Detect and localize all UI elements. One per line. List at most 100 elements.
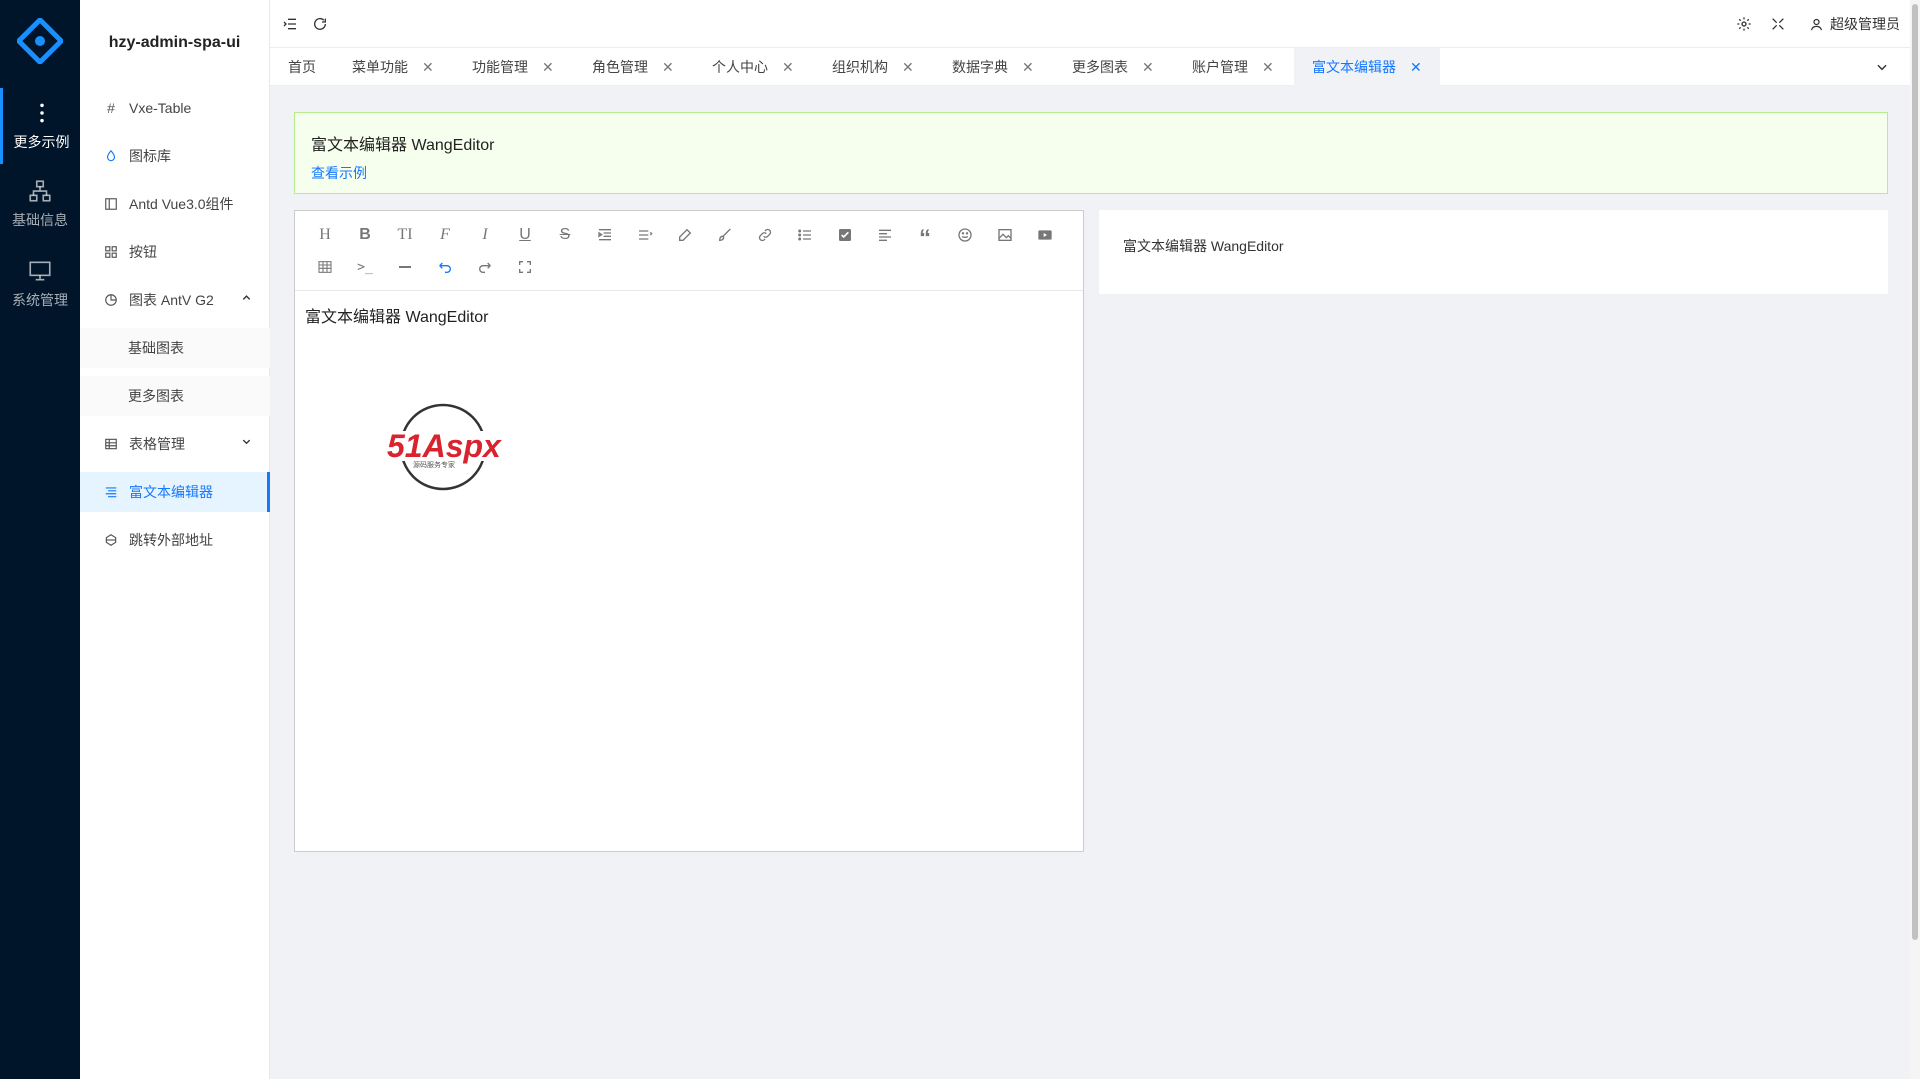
quote-button[interactable]: “: [905, 219, 945, 251]
tab-more-charts[interactable]: 更多图表 ✕: [1072, 48, 1154, 86]
sidebar-item-label: 按钮: [129, 244, 157, 260]
code-button[interactable]: >_: [345, 251, 385, 283]
image-icon: [998, 229, 1012, 241]
sidebar: hzy-admin-spa-ui # Vxe-Table 图标库 Antd Vu…: [80, 0, 270, 1079]
underline-button[interactable]: U: [505, 219, 545, 251]
alert-title: 富文本编辑器 WangEditor: [311, 137, 495, 154]
scrollbar-thumb[interactable]: [1912, 4, 1918, 940]
table-button[interactable]: [305, 251, 345, 283]
tab-organization[interactable]: 组织机构 ✕: [832, 48, 914, 86]
sidebar-item-rich-text-editor[interactable]: 富文本编辑器: [80, 472, 270, 512]
sidebar-item-label: 基础图表: [128, 340, 184, 356]
video-button[interactable]: [1025, 219, 1065, 251]
list-icon: [798, 229, 811, 241]
sidebar-item-vxe-table[interactable]: # Vxe-Table: [80, 88, 270, 128]
justify-button[interactable]: [865, 219, 905, 251]
redo-button[interactable]: [465, 251, 505, 283]
sidebar-item-external-link[interactable]: 跳转外部地址: [80, 520, 270, 560]
close-icon[interactable]: ✕: [422, 59, 434, 76]
close-icon[interactable]: ✕: [542, 59, 554, 76]
table-icon: [318, 261, 332, 273]
close-icon[interactable]: ✕: [1022, 59, 1034, 76]
settings-button[interactable]: [1732, 12, 1756, 36]
tab-function-management[interactable]: 功能管理 ✕: [472, 48, 554, 86]
tab-role-management[interactable]: 角色管理 ✕: [592, 48, 674, 86]
close-icon[interactable]: ✕: [782, 59, 794, 76]
gear-icon: [1737, 17, 1751, 31]
quote-icon: “: [919, 225, 931, 252]
tabs-dropdown-button[interactable]: [1870, 55, 1894, 79]
grid-icon: [103, 244, 119, 260]
editor-content-area[interactable]: 富文本编辑器 WangEditor: [295, 291, 1083, 339]
tab-label: 功能管理: [472, 59, 528, 75]
close-icon[interactable]: ✕: [902, 59, 914, 76]
tab-rich-text-editor[interactable]: 富文本编辑器 ✕: [1294, 48, 1440, 86]
rich-text-editor: H B TI F I U S “ >_ 富文本编辑器 WangEditor 51…: [294, 210, 1084, 852]
font-family-button[interactable]: F: [425, 219, 465, 251]
indent-icon: [598, 229, 611, 241]
rail-item-label: 更多示例: [13, 134, 70, 150]
sidebar-item-icons[interactable]: 图标库: [80, 136, 270, 176]
close-icon[interactable]: ✕: [1262, 59, 1274, 76]
strikethrough-button[interactable]: S: [545, 219, 585, 251]
bold-button[interactable]: B: [345, 219, 385, 251]
info-alert: 富文本编辑器 WangEditor 查看示例: [294, 112, 1888, 194]
list-button[interactable]: [785, 219, 825, 251]
refresh-button[interactable]: [308, 12, 332, 36]
sidebar-item-antd[interactable]: Antd Vue3.0组件: [80, 184, 270, 224]
split-line-button[interactable]: [385, 251, 425, 283]
tab-personal-center[interactable]: 个人中心 ✕: [712, 48, 794, 86]
app-logo[interactable]: [15, 16, 65, 66]
tab-label: 个人中心: [712, 59, 768, 75]
close-icon[interactable]: ✕: [1142, 59, 1154, 76]
tab-label: 首页: [288, 59, 316, 75]
sidebar-item-label: Vxe-Table: [129, 100, 192, 116]
close-icon[interactable]: ✕: [1410, 59, 1422, 76]
menu-fold-button[interactable]: [278, 12, 302, 36]
todo-button[interactable]: [825, 219, 865, 251]
rail-item-base-info[interactable]: 基础信息: [0, 166, 80, 242]
sidebar-item-more-charts[interactable]: 更多图表: [80, 376, 270, 416]
sidebar-title: hzy-admin-spa-ui: [108, 34, 241, 51]
line-height-button[interactable]: [625, 219, 665, 251]
refresh-icon: [314, 17, 326, 30]
logo-icon: [17, 18, 63, 64]
align-left-icon: [879, 229, 891, 241]
font-size-button[interactable]: TI: [385, 219, 425, 251]
view-example-link[interactable]: 查看示例: [311, 163, 367, 183]
close-icon[interactable]: ✕: [662, 59, 674, 76]
sidebar-item-basic-charts[interactable]: 基础图表: [80, 328, 270, 368]
top-header: 超级管理员: [270, 0, 1910, 48]
pen-icon: [679, 228, 692, 241]
sidebar-item-table-management[interactable]: 表格管理: [80, 424, 270, 464]
fullscreen-toggle-button[interactable]: [505, 251, 545, 283]
sitemap-icon: [29, 180, 51, 202]
tab-label: 菜单功能: [352, 59, 408, 75]
user-name: 超级管理员: [1830, 16, 1900, 32]
fullscreen-button[interactable]: [1766, 12, 1790, 36]
font-color-button[interactable]: [665, 219, 705, 251]
image-button[interactable]: [985, 219, 1025, 251]
page-scrollbar[interactable]: [1910, 0, 1920, 1079]
sidebar-item-buttons[interactable]: 按钮: [80, 232, 270, 272]
aspx-logo-image[interactable]: 51Aspx 源码服务专家: [383, 401, 513, 493]
pie-chart-icon: [103, 292, 119, 308]
undo-button[interactable]: [425, 251, 465, 283]
indent-button[interactable]: [585, 219, 625, 251]
background-color-button[interactable]: [705, 219, 745, 251]
emoticon-button[interactable]: [945, 219, 985, 251]
tab-data-dictionary[interactable]: 数据字典 ✕: [952, 48, 1034, 86]
rail-item-more-examples[interactable]: 更多示例: [0, 88, 80, 164]
tab-home[interactable]: 首页: [288, 48, 316, 86]
sidebar-item-charts[interactable]: 图表 AntV G2: [80, 280, 270, 320]
tab-account-management[interactable]: 账户管理 ✕: [1192, 48, 1274, 86]
rail-item-system[interactable]: 系统管理: [0, 246, 80, 322]
tab-menu-function[interactable]: 菜单功能 ✕: [352, 48, 434, 86]
user-menu[interactable]: 超级管理员: [1809, 12, 1900, 36]
tab-label: 更多图表: [1072, 59, 1128, 75]
link-button[interactable]: [745, 219, 785, 251]
header-button[interactable]: H: [305, 219, 345, 251]
align-icon: [103, 484, 119, 500]
logo-image-graphic: 51Aspx 源码服务专家: [385, 403, 511, 491]
italic-button[interactable]: I: [465, 219, 505, 251]
